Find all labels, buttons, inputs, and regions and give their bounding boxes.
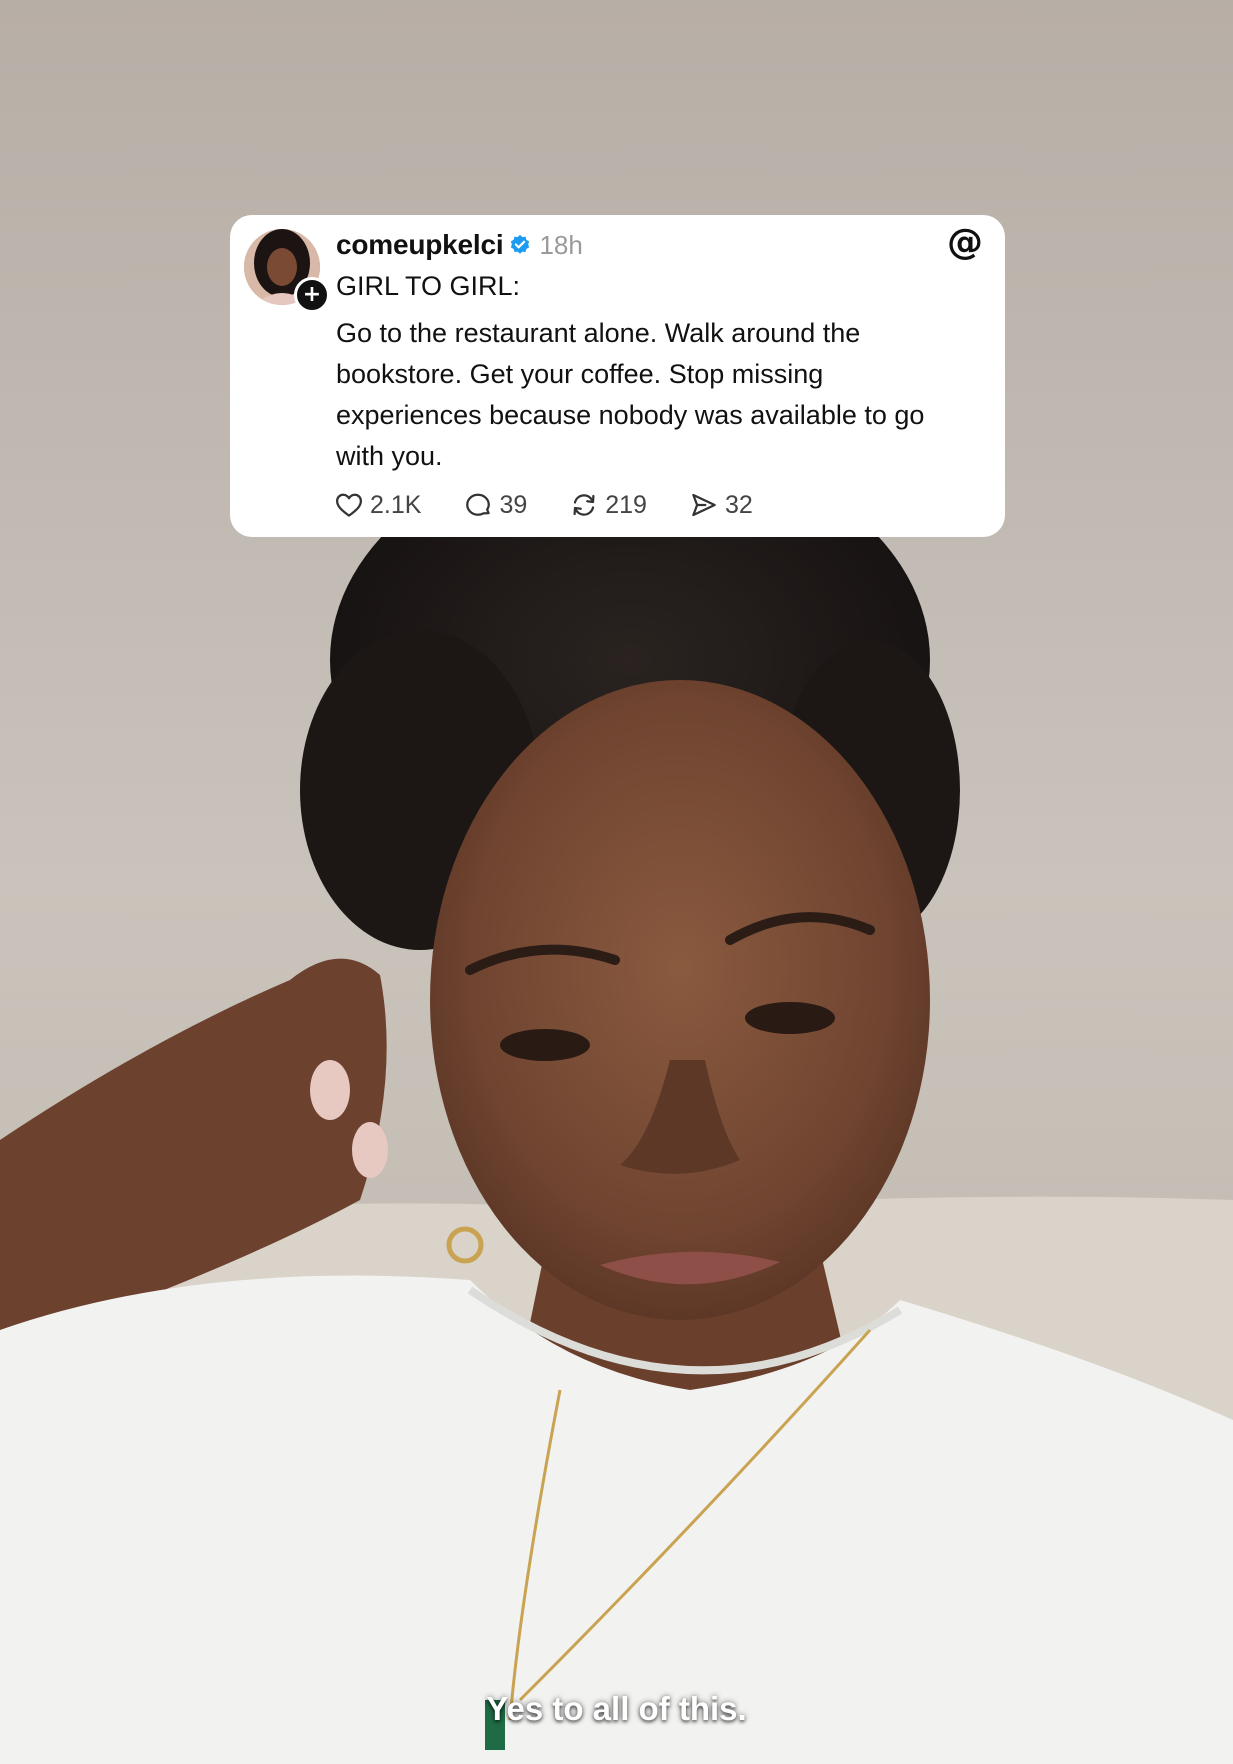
reply-count: 39 xyxy=(499,490,528,519)
video-frame: + comeupkelci 18h @ GIRL TO GIRL: Go to … xyxy=(0,0,1233,1764)
post-heading: GIRL TO GIRL: xyxy=(336,271,521,301)
send-icon xyxy=(692,493,716,517)
threads-logo-icon: @ xyxy=(947,222,983,263)
verified-badge-icon xyxy=(511,234,530,254)
heart-icon xyxy=(336,493,362,517)
post-body: Go to the restaurant alone. Walk around … xyxy=(336,318,925,471)
repost-button[interactable]: 219 xyxy=(569,490,647,520)
like-count: 2.1K xyxy=(370,490,422,519)
repost-arrows-icon xyxy=(573,494,595,516)
post-timestamp: 18h xyxy=(539,229,583,260)
repost-count: 219 xyxy=(605,490,647,519)
post-header: comeupkelci 18h xyxy=(336,225,583,265)
username[interactable]: comeupkelci xyxy=(336,229,504,261)
share-button[interactable]: 32 xyxy=(689,490,753,520)
follow-plus-icon[interactable]: + xyxy=(294,277,330,313)
video-caption: Yes to all of this. xyxy=(486,1690,747,1727)
post-actions: 2.1K 39 219 32 xyxy=(334,485,795,525)
threads-post-card[interactable]: + comeupkelci 18h @ GIRL TO GIRL: Go to … xyxy=(230,215,1005,537)
speech-bubble-icon xyxy=(466,493,491,516)
reply-button[interactable]: 39 xyxy=(463,490,527,520)
share-count: 32 xyxy=(724,490,753,519)
like-button[interactable]: 2.1K xyxy=(334,490,421,520)
